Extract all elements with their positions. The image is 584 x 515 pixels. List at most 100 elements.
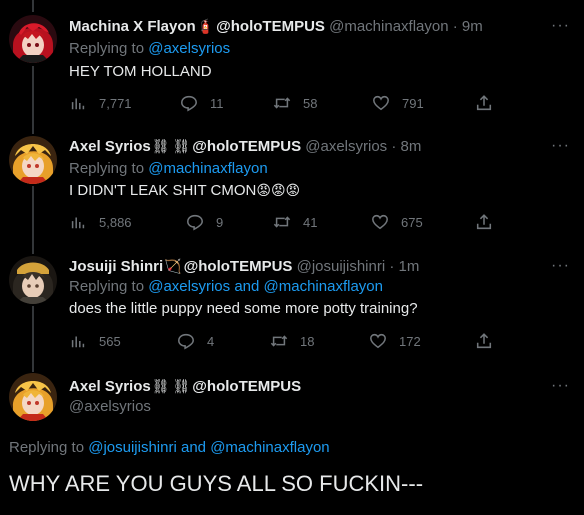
retweet-button[interactable]: 58 [273, 93, 317, 113]
like-count: 172 [399, 333, 421, 349]
reply-count: 9 [216, 214, 224, 230]
username[interactable]: @axelsyrios [69, 397, 151, 417]
retweet-icon [273, 97, 291, 109]
tweet[interactable]: Josuiji Shinri🏹 @holoTEMPUS @josuijishinr… [0, 244, 584, 364]
replying-prefix: Replying to [9, 439, 85, 456]
retweet-icon [270, 335, 288, 347]
angry-emoji: 😡😡😡 [256, 182, 301, 198]
retweet-count: 58 [303, 95, 318, 111]
like-button[interactable]: 791 [372, 93, 424, 113]
retweet-count: 41 [303, 214, 318, 230]
views-button[interactable]: 5,886 [69, 212, 132, 232]
replying-to: Replying to @axelsyrios [69, 39, 230, 59]
replying-to: Replying to @axelsyrios and @machinaxfla… [69, 277, 383, 297]
tweet[interactable]: Machina X Flayon🧯 @holoTEMPUS @machinaxfl… [0, 0, 584, 124]
share-button[interactable] [475, 331, 493, 351]
reply-count: 4 [207, 333, 215, 349]
name-emoji: ⛓ [151, 138, 170, 154]
reply-button[interactable]: 4 [177, 331, 214, 351]
reply-button[interactable]: 11 [180, 93, 224, 113]
mention-link[interactable]: @machinaxflayon [148, 160, 267, 177]
views-button[interactable]: 565 [69, 331, 121, 351]
replying-prefix: Replying to [69, 160, 145, 177]
retweet-icon [273, 216, 291, 228]
retweet-count: 18 [300, 333, 315, 349]
replying-prefix: Replying to [69, 40, 145, 57]
tweet-header: Axel Syrios⛓ ⛓ @holoTEMPUS @axelsyrios · 8… [69, 136, 421, 157]
reply-icon [187, 214, 203, 231]
name-emoji: ⛓ [172, 138, 191, 154]
reply-icon [178, 333, 194, 350]
replying-prefix: Replying to [69, 278, 145, 295]
retweet-button[interactable]: 18 [270, 331, 314, 351]
org-tag[interactable]: @holoTEMPUS [192, 138, 301, 155]
display-name[interactable]: Axel Syrios [69, 378, 151, 395]
views-icon [71, 336, 85, 348]
more-icon[interactable]: ··· [551, 18, 570, 34]
reply-count: 11 [210, 95, 224, 111]
mention-link[interactable]: @machinaxflayon [210, 439, 329, 456]
avatar[interactable] [9, 373, 57, 421]
avatar[interactable] [9, 15, 57, 63]
mention-link[interactable]: @josuijishinri [88, 439, 177, 456]
views-icon [71, 98, 85, 110]
share-button[interactable] [475, 212, 493, 232]
more-icon[interactable]: ··· [551, 258, 570, 274]
name-emoji: 🧯 [196, 18, 215, 34]
share-icon [476, 95, 492, 111]
avatar[interactable] [9, 256, 57, 304]
timestamp[interactable]: · 8m [391, 138, 421, 155]
tweet[interactable]: Axel Syrios⛓ ⛓ @holoTEMPUS @axelsyrios · 8… [0, 124, 584, 244]
like-count: 791 [402, 95, 424, 111]
username[interactable]: @axelsyrios [305, 138, 387, 155]
replying-to: Replying to @josuijishinri and @machinax… [9, 438, 330, 458]
display-name[interactable]: Josuiji Shinri [69, 258, 163, 275]
username[interactable]: @machinaxflayon [329, 18, 448, 35]
tweet-header: Axel Syrios⛓ ⛓ @holoTEMPUS [69, 376, 301, 397]
avatar[interactable] [9, 136, 57, 184]
like-icon [372, 214, 388, 230]
org-tag[interactable]: @holoTEMPUS [192, 378, 301, 395]
timestamp[interactable]: · 1m [389, 258, 419, 275]
views-count: 5,886 [99, 214, 132, 230]
name-emoji: ⛓ [151, 378, 170, 394]
mention-link[interactable]: @axelsyrios [148, 278, 230, 295]
timestamp[interactable]: · 9m [453, 18, 483, 35]
views-count: 565 [99, 333, 121, 349]
username[interactable]: @josuijishinri [297, 258, 386, 275]
mention-join: and [180, 439, 207, 456]
org-tag[interactable]: @holoTEMPUS [184, 258, 293, 275]
tweet-text-body: I DIDN'T LEAK SHIT CMON [69, 182, 257, 199]
more-icon[interactable]: ··· [551, 378, 570, 394]
share-icon [476, 214, 492, 230]
tweet-text: I DIDN'T LEAK SHIT CMON😡😡😡 [69, 180, 300, 201]
display-name[interactable]: Machina X Flayon [69, 18, 196, 35]
display-name[interactable]: Axel Syrios [69, 138, 151, 155]
name-emoji: 🏹 [164, 258, 182, 274]
tweet-header: Josuiji Shinri🏹 @holoTEMPUS @josuijishinr… [69, 256, 419, 277]
org-tag[interactable]: @holoTEMPUS [216, 18, 325, 35]
tweet-header: Machina X Flayon🧯 @holoTEMPUS @machinaxfl… [69, 16, 483, 37]
mention-join: and [234, 278, 260, 295]
mention-link[interactable]: @axelsyrios [148, 40, 230, 57]
action-bar: 7,771 11 58 791 [69, 93, 499, 113]
views-count: 7,771 [99, 95, 132, 111]
reply-icon [181, 95, 197, 112]
tweet-text: does the little puppy need some more pot… [69, 300, 418, 317]
like-count: 675 [401, 214, 423, 230]
like-button[interactable]: 172 [369, 331, 421, 351]
more-icon[interactable]: ··· [551, 138, 570, 154]
like-button[interactable]: 675 [371, 212, 423, 232]
mention-link[interactable]: @machinaxflayon [264, 278, 383, 295]
views-button[interactable]: 7,771 [69, 93, 132, 113]
action-bar: 565 4 18 172 [69, 331, 499, 351]
share-icon [476, 333, 492, 349]
name-emoji: ⛓ [172, 378, 191, 394]
share-button[interactable] [475, 93, 493, 113]
main-tweet-text: WHY ARE YOU GUYS ALL SO FUCKIN--- [9, 471, 424, 496]
tweet-text: HEY TOM HOLLAND [69, 63, 212, 80]
like-icon [370, 333, 386, 349]
retweet-button[interactable]: 41 [273, 212, 317, 232]
views-icon [71, 217, 85, 229]
reply-button[interactable]: 9 [186, 212, 223, 232]
